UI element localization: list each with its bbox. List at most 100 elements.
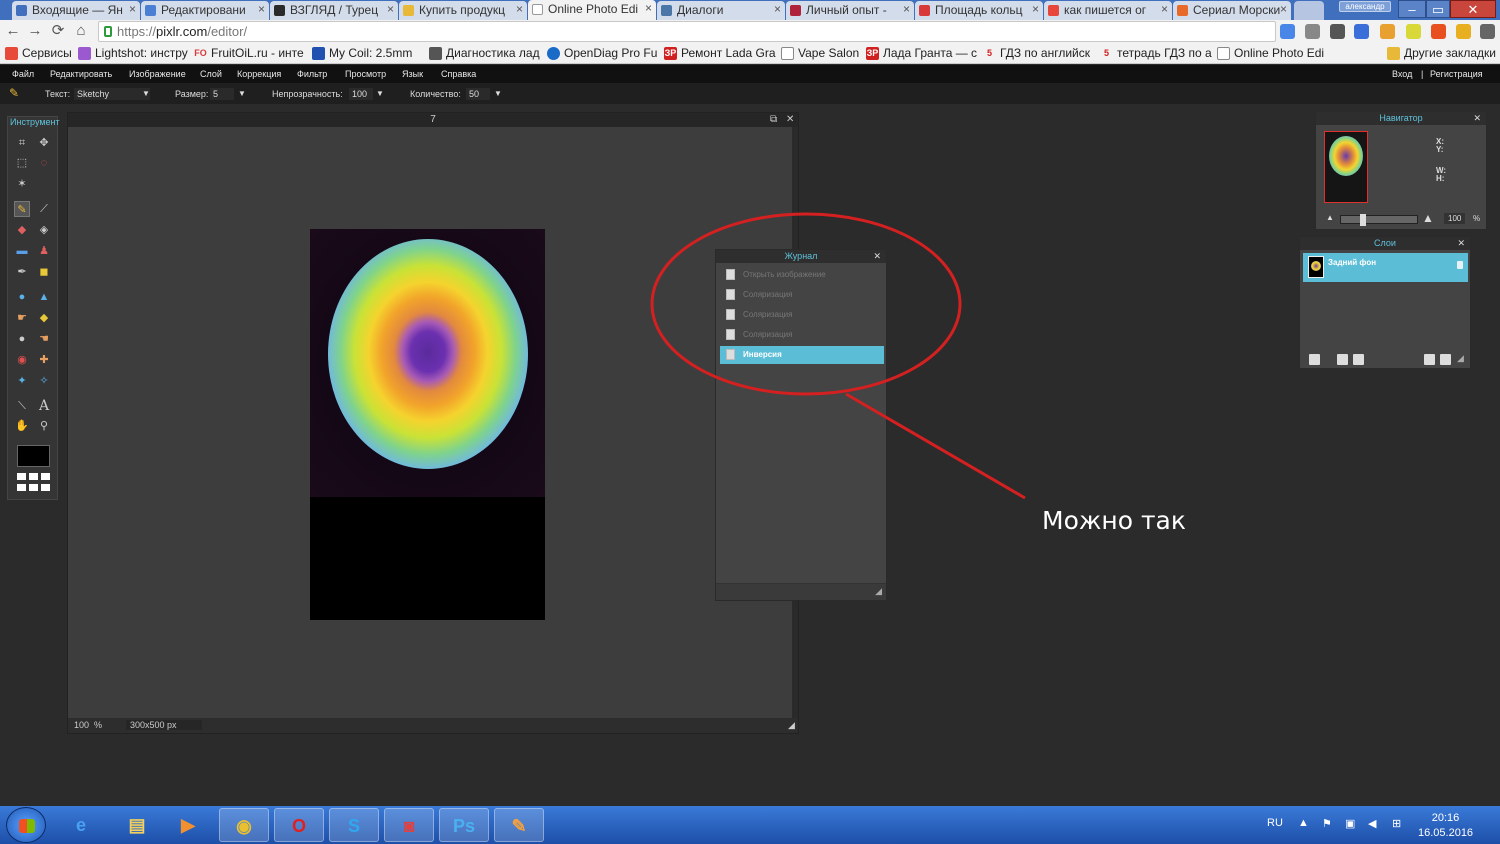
- size-input[interactable]: 5: [210, 88, 234, 100]
- brush-tool-icon[interactable]: ⟋: [36, 201, 52, 217]
- volume-icon[interactable]: ◀: [1368, 817, 1376, 830]
- lasso-tool-icon[interactable]: ◌: [36, 155, 52, 171]
- spot-heal-tool-icon[interactable]: ✚: [36, 352, 52, 368]
- zoom-in-icon[interactable]: ▲: [1422, 211, 1434, 225]
- move-tool-icon[interactable]: ✥: [36, 135, 52, 151]
- navigator-zoom-value[interactable]: 100: [1444, 213, 1466, 224]
- edited-image[interactable]: [310, 229, 545, 620]
- register-link[interactable]: Регистрация: [1430, 69, 1483, 79]
- sponge-tool-icon[interactable]: ◆: [36, 310, 52, 326]
- document-title-bar[interactable]: 7: [68, 113, 798, 127]
- text-tool-icon[interactable]: A: [36, 398, 52, 414]
- resize-grip-icon[interactable]: ◢: [788, 720, 795, 731]
- browser-tab[interactable]: Личный опыт - ×: [786, 1, 914, 20]
- internet-explorer-icon[interactable]: e: [56, 808, 106, 842]
- browser-tab[interactable]: Площадь кольц ×: [915, 1, 1043, 20]
- layers-header[interactable]: Слои ✕: [1300, 237, 1470, 250]
- close-icon[interactable]: ×: [1032, 2, 1039, 16]
- windows-flag-icon[interactable]: ⊞: [1392, 817, 1401, 830]
- chevron-down-icon[interactable]: ▼: [494, 89, 502, 98]
- count-input[interactable]: 50: [466, 88, 490, 100]
- skype-icon[interactable]: S: [329, 808, 379, 842]
- close-icon[interactable]: ✕: [1457, 237, 1465, 250]
- menu-help[interactable]: Справка: [441, 69, 476, 79]
- browser-tab[interactable]: Диалоги ×: [657, 1, 785, 20]
- photoshop-icon[interactable]: Ps: [439, 808, 489, 842]
- close-icon[interactable]: ×: [774, 2, 781, 16]
- zoom-slider[interactable]: [1340, 214, 1418, 226]
- bookmark-item[interactable]: ЗР Лада Гранта — с: [866, 46, 977, 60]
- layer-row[interactable]: Задний фон: [1303, 253, 1468, 282]
- close-icon[interactable]: ×: [129, 2, 136, 16]
- screenshot-icon[interactable]: ◙: [384, 808, 434, 842]
- stamp-tool-icon[interactable]: ♟: [36, 243, 52, 259]
- bookmark-item[interactable]: ЗР Ремонт Lada Gra: [664, 46, 776, 60]
- pencil-tool-icon[interactable]: ✎: [14, 201, 30, 217]
- new-tab-button[interactable]: [1294, 1, 1324, 20]
- restore-icon[interactable]: ⧉: [770, 114, 777, 125]
- close-icon[interactable]: ×: [387, 2, 394, 16]
- menu-layer[interactable]: Слой: [200, 69, 222, 79]
- other-bookmarks[interactable]: Другие закладки: [1387, 46, 1496, 60]
- sharpen-tool-icon[interactable]: ▲: [36, 289, 52, 305]
- chevron-down-icon[interactable]: ▼: [142, 89, 150, 98]
- chevron-down-icon[interactable]: ▼: [238, 89, 246, 98]
- close-window-button[interactable]: ✕: [1450, 0, 1496, 18]
- start-button[interactable]: [6, 807, 46, 843]
- home-button[interactable]: ⌂: [72, 22, 90, 40]
- menu-language[interactable]: Язык: [402, 69, 423, 79]
- bookmark-item[interactable]: Диагностика лад: [429, 46, 540, 60]
- media-player-icon[interactable]: ▶: [163, 808, 213, 842]
- history-item-selected[interactable]: Инверсия: [720, 346, 884, 364]
- wand-tool-icon[interactable]: ✶: [14, 176, 30, 192]
- redeye-tool-icon[interactable]: ◉: [14, 352, 30, 368]
- zoom-slider-knob[interactable]: [1360, 214, 1366, 226]
- brush-style-select[interactable]: Sketchy: [74, 88, 150, 100]
- crop-tool-icon[interactable]: ⌗: [14, 135, 30, 151]
- picker-tool-icon[interactable]: ✒: [14, 264, 30, 280]
- bookmark-item[interactable]: Online Photo Edi: [1217, 46, 1324, 60]
- ad-icon[interactable]: [1380, 24, 1395, 39]
- hand-tool-icon[interactable]: ✋: [14, 418, 30, 434]
- bookmark-icon[interactable]: [1456, 24, 1471, 39]
- menu-file[interactable]: Файл: [12, 69, 34, 79]
- bookmark-item[interactable]: Сервисы: [5, 46, 72, 60]
- fire-icon[interactable]: [1431, 24, 1446, 39]
- trash-icon[interactable]: [1440, 354, 1451, 365]
- action-center-icon[interactable]: ⚑: [1322, 817, 1332, 830]
- chevron-down-icon[interactable]: ▼: [376, 89, 384, 98]
- layer-mask-icon[interactable]: [1337, 354, 1348, 365]
- bookmark-item[interactable]: 5 тетрадь ГДЗ по а: [1100, 46, 1212, 60]
- back-button[interactable]: ←: [4, 22, 22, 40]
- history-item[interactable]: Соляризация: [720, 306, 884, 324]
- bookmark-item[interactable]: Vape Salon: [781, 46, 859, 60]
- zoom-value[interactable]: 100: [74, 720, 89, 730]
- eraser-tool-icon[interactable]: ◆: [14, 222, 30, 238]
- translate-icon[interactable]: [1280, 24, 1295, 39]
- browser-tab[interactable]: как пишется ог ×: [1044, 1, 1172, 20]
- line-tool-icon[interactable]: ⟍: [14, 398, 30, 414]
- bookmark-item[interactable]: OpenDiag Pro Fu: [547, 46, 657, 60]
- bookmark-item[interactable]: Lightshot: инстру: [78, 46, 188, 60]
- menu-adjustment[interactable]: Коррекция: [237, 69, 281, 79]
- marquee-tool-icon[interactable]: ⬚: [14, 155, 30, 171]
- new-layer-icon[interactable]: [1424, 354, 1435, 365]
- flag-icon[interactable]: [1406, 24, 1421, 39]
- close-icon[interactable]: ✕: [1473, 112, 1481, 125]
- menu-icon[interactable]: [1480, 24, 1495, 39]
- menu-filter[interactable]: Фильтр: [297, 69, 327, 79]
- close-icon[interactable]: ×: [1161, 2, 1168, 16]
- burn-tool-icon[interactable]: ●: [14, 331, 30, 347]
- shield-icon[interactable]: [1354, 24, 1369, 39]
- forward-button[interactable]: →: [26, 22, 44, 40]
- bookmark-item[interactable]: FO FruitOiL.ru - инте: [194, 46, 303, 60]
- url-bar[interactable]: https://pixlr.com/editor/ ☆: [98, 21, 1368, 42]
- canvas-area[interactable]: [68, 127, 788, 718]
- close-icon[interactable]: ×: [1280, 2, 1287, 16]
- tray-expand-icon[interactable]: ▲: [1298, 817, 1309, 829]
- opera-icon[interactable]: O: [274, 808, 324, 842]
- menu-edit[interactable]: Редактировать: [50, 69, 112, 79]
- speech-icon[interactable]: [1305, 24, 1320, 39]
- smudge-tool-icon[interactable]: ☛: [14, 310, 30, 326]
- close-icon[interactable]: ×: [258, 2, 265, 16]
